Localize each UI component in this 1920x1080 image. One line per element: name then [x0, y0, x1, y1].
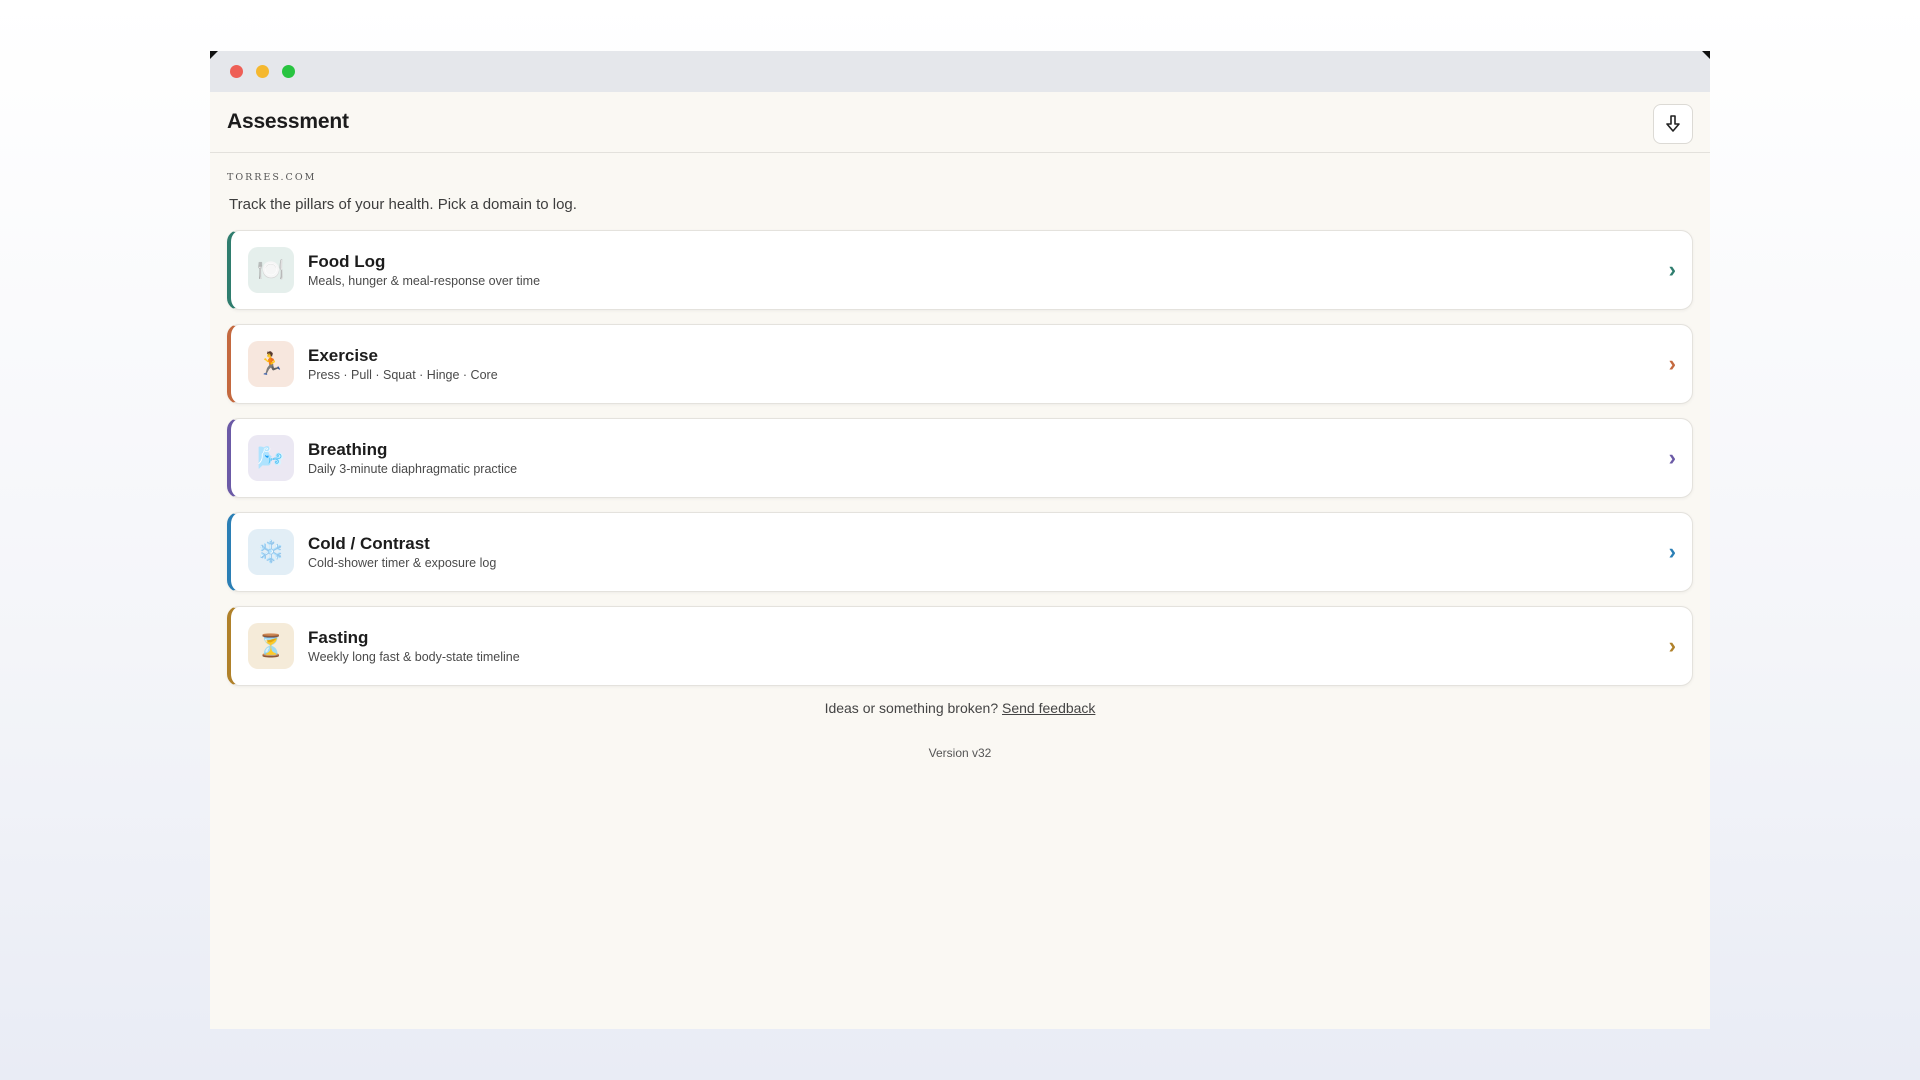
- running-icon: 🏃: [248, 341, 294, 387]
- domain-card-breathing[interactable]: 🌬️ Breathing Daily 3-minute diaphragmati…: [227, 418, 1693, 498]
- download-arrow-icon: [1666, 115, 1680, 132]
- card-title: Cold / Contrast: [308, 534, 430, 553]
- app-window: Assessment TORRES.COM Track the pillars …: [210, 51, 1710, 1029]
- domain-card-exercise[interactable]: 🏃 Exercise Press · Pull · Squat · Hinge …: [227, 324, 1693, 404]
- maximize-window-button[interactable]: [282, 65, 295, 78]
- card-title: Exercise: [308, 346, 378, 365]
- card-title: Food Log: [308, 252, 386, 271]
- hourglass-icon: ⏳: [248, 623, 294, 669]
- plate-cutlery-icon: 🍽️: [248, 247, 294, 293]
- minimize-window-button[interactable]: [256, 65, 269, 78]
- domain-card-cold-contrast[interactable]: ❄️ Cold / Contrast Cold-shower timer & e…: [227, 512, 1693, 592]
- card-subtitle: Meals, hunger & meal-response over time: [308, 274, 541, 288]
- close-window-button[interactable]: [230, 65, 243, 78]
- site-name: TORRES.COM: [227, 172, 317, 183]
- snowflake-icon: ❄️: [248, 529, 294, 575]
- tagline: Track the pillars of your health. Pick a…: [229, 196, 577, 213]
- card-subtitle: Press · Pull · Squat · Hinge · Core: [308, 368, 498, 382]
- card-subtitle: Daily 3-minute diaphragmatic practice: [308, 462, 518, 476]
- feedback-text: Ideas or something broken?: [824, 700, 999, 716]
- window-titlebar: [210, 51, 1710, 92]
- domain-card-food-log[interactable]: 🍽️ Food Log Meals, hunger & meal-respons…: [227, 230, 1693, 310]
- domain-card-fasting[interactable]: ⏳ Fasting Weekly long fast & body-state …: [227, 606, 1693, 686]
- feedback-line: Ideas or something broken? Send feedback: [227, 700, 1693, 716]
- domain-list: 🍽️ Food Log Meals, hunger & meal-respons…: [227, 230, 1693, 686]
- wind-icon: 🌬️: [248, 435, 294, 481]
- chevron-right-icon: ›: [1668, 633, 1676, 658]
- card-subtitle: Weekly long fast & body-state timeline: [308, 650, 520, 664]
- version-label: Version v32: [928, 746, 992, 760]
- download-button[interactable]: [1653, 104, 1693, 144]
- send-feedback-link[interactable]: Send feedback: [1002, 700, 1095, 716]
- card-title: Fasting: [308, 628, 369, 647]
- chevron-right-icon: ›: [1668, 351, 1676, 376]
- card-subtitle: Cold-shower timer & exposure log: [308, 556, 497, 570]
- card-title: Breathing: [308, 440, 388, 459]
- chevron-right-icon: ›: [1668, 539, 1676, 564]
- page-title: Assessment: [227, 110, 349, 133]
- page-header: Assessment: [210, 92, 1710, 153]
- chevron-right-icon: ›: [1668, 445, 1676, 470]
- chevron-right-icon: ›: [1668, 257, 1676, 282]
- main-content: TORRES.COM Track the pillars of your hea…: [210, 172, 1710, 760]
